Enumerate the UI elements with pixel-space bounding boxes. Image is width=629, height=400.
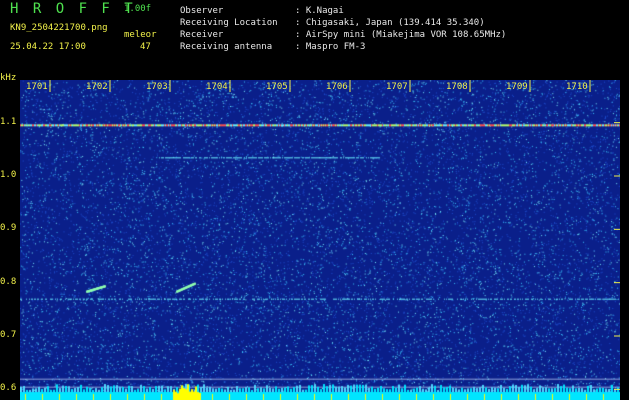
x-tick-label-1710: 1710 xyxy=(566,82,588,92)
x-tick-label-1705: 1705 xyxy=(266,82,288,92)
count-label: 47 xyxy=(140,42,151,52)
x-tick-label-1707: 1707 xyxy=(386,82,408,92)
y-tick-label-0.9: 0.9 xyxy=(0,223,17,234)
x-tick-label-1706: 1706 xyxy=(326,82,348,92)
y-tick-label-1.1: 1.1 xyxy=(0,116,17,127)
app-title: H R O F F T xyxy=(10,1,136,17)
x-tick-label-1709: 1709 xyxy=(506,82,528,92)
y-tick-label-0.6: 0.6 xyxy=(0,383,17,394)
location-value: : Chigasaki, Japan (139.414 35.340) xyxy=(295,18,485,28)
receiver-label: Receiver xyxy=(180,30,224,40)
observer-label: Observer xyxy=(180,6,224,16)
y-tick-label-0.8: 0.8 xyxy=(0,276,17,287)
version-label: 1.00f xyxy=(124,4,152,14)
x-tick-label-1703: 1703 xyxy=(146,82,168,92)
x-tick-label-1701: 1701 xyxy=(26,82,48,92)
observer-value: : K.Nagai xyxy=(295,6,344,16)
x-tick-label-1708: 1708 xyxy=(446,82,468,92)
header-panel: H R O F F T 1.00f KN9_2504221700.png mel… xyxy=(0,0,629,70)
y-axis-unit: kHz xyxy=(0,73,17,83)
waterfall-plot: 1701 1702 1703 1704 1705 1706 1707 1708 1709 1710 xyxy=(20,80,620,400)
x-tick-label-1702: 1702 xyxy=(86,82,108,92)
mode-label: meleor xyxy=(124,30,157,40)
y-tick-label-1.0: 1.0 xyxy=(0,170,17,180)
antenna-value: : Maspro FM-3 xyxy=(295,42,366,52)
chart-overlay: 1701 1702 1703 1704 1705 1706 1707 1708 1709 1710 xyxy=(26,80,620,390)
receiver-value: : AirSpy mini (Miakejima VOR 108.65MHz) xyxy=(295,30,507,40)
location-label: Receiving Location xyxy=(180,18,278,28)
datetime-label: 25.04.22 17:00 xyxy=(10,42,86,52)
x-tick-label-1704: 1704 xyxy=(206,82,228,92)
filename-label: KN9_2504221700.png xyxy=(10,23,108,33)
y-tick-label-0.7: 0.7 xyxy=(0,330,17,340)
antenna-label: Receiving antenna xyxy=(180,42,273,52)
